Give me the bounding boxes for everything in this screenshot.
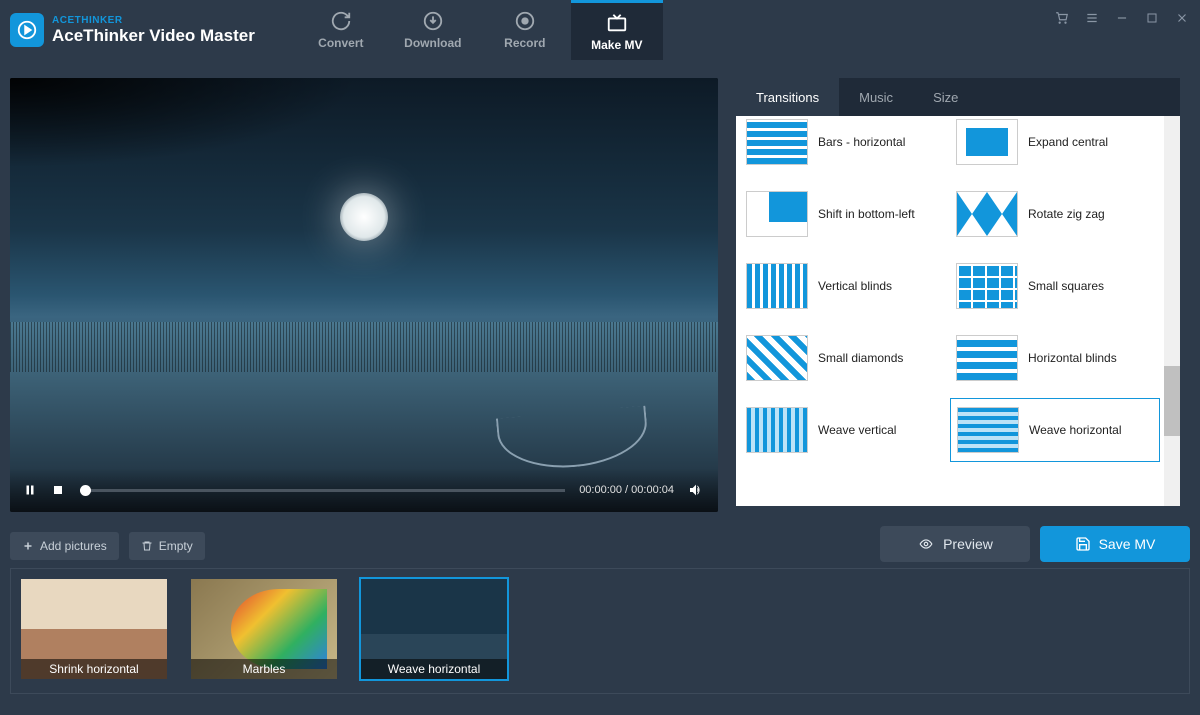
refresh-icon [330,10,352,32]
side-tabs: Transitions Music Size [736,78,1180,116]
volume-icon[interactable] [688,482,704,498]
empty-button[interactable]: Empty [129,532,205,560]
transition-item[interactable]: Horizontal blinds [950,326,1160,390]
main-tabs: Convert Download Record Make MV [295,0,663,60]
close-icon[interactable] [1174,10,1190,26]
transition-item[interactable]: Rotate zig zag [950,182,1160,246]
tab-download[interactable]: Download [387,0,479,60]
transition-item[interactable]: Small squares [950,254,1160,318]
scrollbar[interactable] [1164,116,1180,506]
time-display: 00:00:00 / 00:00:04 [579,484,674,496]
tab-makemv[interactable]: Make MV [571,0,663,60]
transition-item[interactable]: Vertical blinds [740,254,950,318]
app-logo [10,13,44,47]
transition-item[interactable]: Expand central [950,116,1160,174]
video-preview: 00:00:00 / 00:00:04 [10,78,718,512]
brand-sub: ACETHINKER [52,15,255,26]
save-mv-button[interactable]: Save MV [1040,526,1190,562]
transition-item[interactable]: Weave horizontal [950,398,1160,462]
titlebar: ACETHINKER AceThinker Video Master Conve… [0,0,1200,60]
clip-item[interactable]: Marbles [191,579,337,679]
tab-convert[interactable]: Convert [295,0,387,60]
record-icon [514,10,536,32]
transition-item[interactable]: Shift in bottom-left [740,182,950,246]
seek-bar[interactable] [80,489,565,492]
save-icon [1075,536,1091,552]
trash-icon [141,540,153,552]
pause-button[interactable] [24,483,38,497]
timeline-strip: Shrink horizontal Marbles Weave horizont… [10,568,1190,694]
download-icon [422,10,444,32]
tv-icon [606,12,628,34]
stop-button[interactable] [52,483,66,497]
transition-item[interactable]: Small diamonds [740,326,950,390]
minimize-icon[interactable] [1114,10,1130,26]
preview-button[interactable]: Preview [880,526,1030,562]
maximize-icon[interactable] [1144,10,1160,26]
player-controls: 00:00:00 / 00:00:04 [10,468,718,512]
tab-music[interactable]: Music [839,78,913,116]
brand: ACETHINKER AceThinker Video Master [52,15,255,46]
plus-icon [22,540,34,552]
clip-item[interactable]: Shrink horizontal [21,579,167,679]
transition-item[interactable]: Weave vertical [740,398,950,462]
tab-size[interactable]: Size [913,78,978,116]
tab-record[interactable]: Record [479,0,571,60]
clip-item[interactable]: Weave horizontal [361,579,507,679]
window-buttons [1054,6,1190,30]
cart-icon[interactable] [1054,10,1070,26]
eye-icon [917,537,935,551]
tab-transitions[interactable]: Transitions [736,78,839,116]
add-pictures-button[interactable]: Add pictures [10,532,119,560]
transitions-panel: Ripple top-left Scratch Bars - horizonta… [736,116,1180,506]
brand-main: AceThinker Video Master [52,26,255,46]
menu-icon[interactable] [1084,10,1100,26]
transition-item[interactable]: Bars - horizontal [740,116,950,174]
